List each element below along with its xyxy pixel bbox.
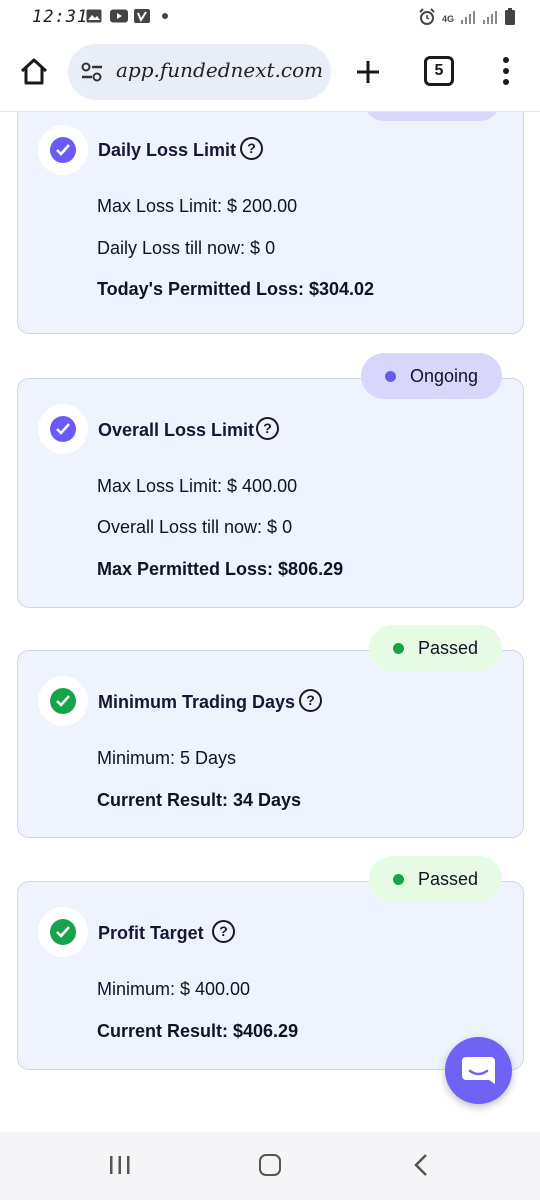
objective-card-overall-loss: Overall Loss Limit ? Max Loss Limit: $ 4… [17,378,524,608]
objective-card-daily-loss: Daily Loss Limit ? Max Loss Limit: $ 200… [17,112,524,334]
youtube-icon [110,9,128,23]
back-icon[interactable] [412,1153,430,1177]
status-badge-passed: Passed [369,856,502,902]
help-circle-icon[interactable]: ? [212,920,235,943]
battery-icon [504,8,516,31]
status-badge-passed: Passed [369,625,502,671]
chat-icon[interactable] [445,1037,512,1104]
notification-dot [162,13,168,19]
status-right-icons: 4G [418,8,516,31]
vimeo-icon [134,9,150,23]
tab-switcher-icon[interactable]: 5 [424,56,454,86]
status-badge [362,112,502,121]
status-dot [393,642,404,654]
status-dot [393,873,404,885]
status-dot [385,370,396,382]
card-line: Current Result: $406.29 [97,1021,299,1041]
more-vert-icon[interactable] [498,54,514,90]
status-label: Ongoing [410,365,479,386]
card-line: Overall Loss till now: $ 0 [97,517,293,537]
tune-icon[interactable] [80,61,104,83]
signal-icon [460,10,476,29]
card-line: Max Permitted Loss: $806.29 [97,559,344,579]
check-badge [38,404,88,454]
card-title: Overall Loss Limit [98,420,255,440]
status-time: 12:31 [32,7,89,27]
browser-toolbar: app.fundednext.com 5 [0,34,540,112]
alarm-icon [418,8,436,31]
status-label: Passed [418,637,479,658]
card-line: Current Result: 34 Days [97,790,302,810]
status-bar: 12:31 4G [0,0,540,34]
help-circle-icon[interactable]: ? [240,137,263,160]
check-circle-icon [50,137,76,163]
card-title: Profit Target [98,923,204,943]
help-circle-icon[interactable]: ? [256,417,279,440]
check-circle-icon [50,688,76,714]
check-circle-icon [50,416,76,442]
objective-card-min-trading-days: Minimum Trading Days ? Minimum: 5 Days C… [17,650,524,838]
card-line: Max Loss Limit: $ 200.00 [97,196,298,216]
plus-icon[interactable] [352,56,384,88]
card-title: Daily Loss Limit [98,140,237,160]
status-badge-ongoing: Ongoing [361,353,502,399]
nav-home-icon[interactable] [259,1154,281,1176]
check-badge [38,676,88,726]
check-badge [38,125,88,175]
card-title: Minimum Trading Days [98,692,296,712]
card-line: Today's Permitted Loss: $304.02 [97,279,375,299]
check-badge [38,907,88,957]
card-line: Daily Loss till now: $ 0 [97,238,276,258]
system-nav-bar [0,1132,540,1200]
network-type: 4G [441,14,454,24]
card-line: Minimum: 5 Days [97,748,237,768]
address-bar[interactable]: app.fundednext.com [68,44,331,100]
gallery-icon [86,9,102,23]
home-icon[interactable] [18,56,50,88]
signal-icon-2 [482,10,498,29]
help-circle-icon[interactable]: ? [299,689,322,712]
url-text[interactable]: app.fundednext.com [116,58,326,82]
check-circle-icon [50,919,76,945]
status-label: Passed [418,868,479,889]
recent-apps-icon[interactable] [109,1155,131,1175]
card-line: Max Loss Limit: $ 400.00 [97,476,298,496]
card-line: Minimum: $ 400.00 [97,979,251,999]
page-content: Daily Loss Limit ? Max Loss Limit: $ 200… [0,112,540,1132]
